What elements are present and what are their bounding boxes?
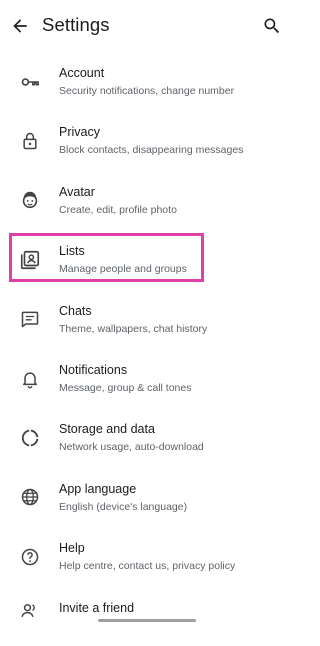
item-label: Chats	[59, 303, 92, 318]
item-label: App language	[59, 481, 137, 496]
item-label: Lists	[59, 244, 85, 259]
settings-item-notifications[interactable]: Notifications Message, group & call tone…	[0, 349, 294, 408]
item-subtitle: Security notifications, change number	[59, 85, 235, 97]
key-icon	[18, 70, 42, 94]
search-button[interactable]	[258, 12, 286, 40]
item-subtitle: Block contacts, disappearing messages	[59, 144, 244, 157]
item-label: Account	[59, 66, 105, 80]
item-label: Notifications	[59, 362, 128, 377]
gesture-nav-handle[interactable]	[98, 619, 196, 622]
item-label: Privacy	[59, 125, 100, 140]
settings-item-storage[interactable]: Storage and data Network usage, auto-dow…	[0, 408, 294, 467]
item-label: Avatar	[59, 184, 95, 199]
help-icon	[18, 545, 42, 569]
settings-item-account[interactable]: Account Security notifications, change n…	[0, 52, 294, 111]
settings-item-avatar[interactable]: Avatar Create, edit, profile photo	[0, 171, 294, 230]
item-subtitle: Manage people and groups	[59, 263, 187, 276]
settings-item-privacy[interactable]: Privacy Block contacts, disappearing mes…	[0, 111, 294, 170]
settings-item-lists[interactable]: Lists Manage people and groups	[0, 230, 294, 289]
contact-list-icon	[18, 248, 42, 272]
item-subtitle: Theme, wallpapers, chat history	[59, 322, 208, 335]
globe-icon	[18, 485, 42, 509]
page-title: Settings	[42, 14, 110, 35]
settings-item-chats[interactable]: Chats Theme, wallpapers, chat history	[0, 290, 294, 349]
lock-icon	[18, 129, 42, 153]
item-label: Help	[59, 541, 85, 556]
item-subtitle: English (device's language)	[59, 500, 188, 513]
avatar-face-icon	[18, 188, 42, 212]
search-icon	[262, 16, 282, 36]
item-subtitle: Create, edit, profile photo	[59, 203, 177, 216]
item-subtitle: Message, group & call tones	[59, 381, 192, 394]
chat-icon	[18, 307, 42, 331]
settings-item-invite[interactable]: Invite a friend	[0, 587, 294, 646]
item-subtitle: Network usage, auto-download	[59, 441, 204, 454]
storage-ring-icon	[18, 426, 42, 450]
item-label: Invite a friend	[59, 600, 135, 615]
item-subtitle: Help centre, contact us, privacy policy	[59, 560, 236, 573]
app-bar: Settings	[0, 0, 294, 52]
people-icon	[18, 599, 42, 623]
item-label: Storage and data	[59, 422, 155, 437]
settings-item-help[interactable]: Help Help centre, contact us, privacy po…	[0, 527, 294, 586]
settings-item-app-language[interactable]: App language English (device's language)	[0, 468, 294, 527]
back-arrow-icon	[10, 16, 30, 36]
settings-list: Account Security notifications, change n…	[0, 52, 294, 646]
back-button[interactable]	[6, 12, 34, 40]
bell-icon	[18, 367, 42, 391]
